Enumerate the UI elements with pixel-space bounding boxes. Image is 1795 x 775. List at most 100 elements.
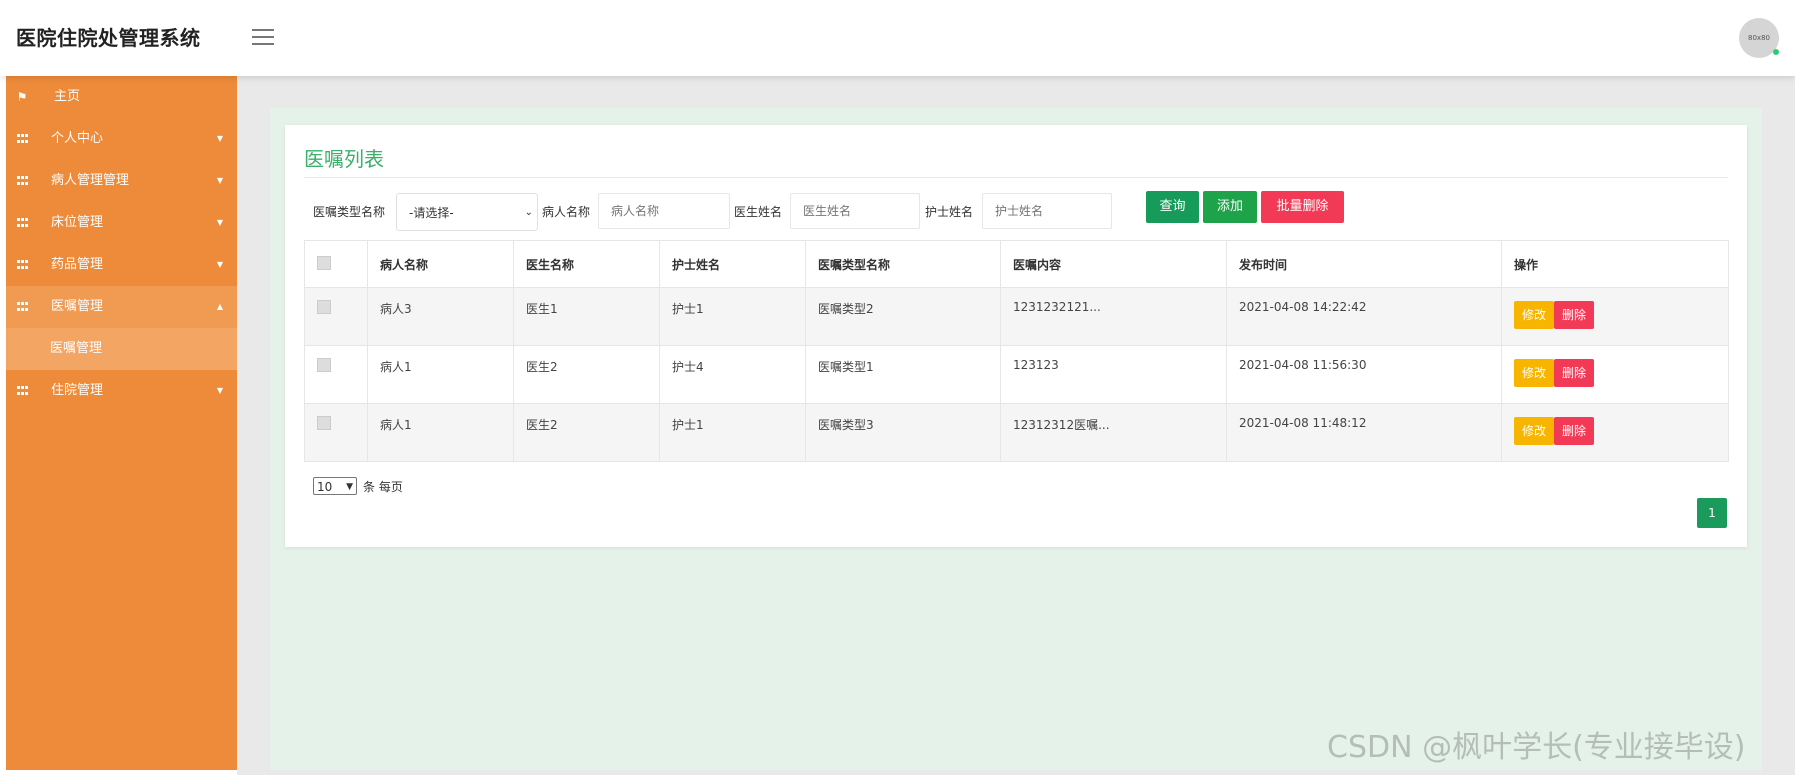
edit-button[interactable]: 修改 [1514, 359, 1555, 387]
nurse-cell: 护士4 [659, 345, 806, 404]
grid-icon [14, 370, 30, 412]
grid-icon [14, 202, 30, 244]
doctor-cell: 医生2 [513, 345, 660, 404]
sidebar-item-personal-center[interactable]: 个人中心 ▼ [6, 118, 237, 160]
actions-cell: 修改 删除 [1501, 345, 1729, 404]
page-size-select[interactable]: 10 ▼ [313, 477, 357, 495]
column-header: 发布时间 [1226, 240, 1502, 288]
page-number-button[interactable]: 1 [1697, 498, 1727, 528]
row-select-cell [304, 345, 368, 404]
delete-button[interactable]: 删除 [1554, 359, 1595, 387]
sidebar-item-label: 主页 [54, 89, 81, 104]
sidebar-item-patient-management[interactable]: 病人管理管理 ▼ [6, 160, 237, 202]
caret-up-icon: ▲ [216, 302, 223, 311]
time-cell: 2021-04-08 11:48:12 [1226, 403, 1502, 462]
row-select-cell [304, 403, 368, 462]
sidebar-item-hospitalization-management[interactable]: 住院管理 ▼ [6, 370, 237, 412]
actions-cell: 修改 删除 [1501, 287, 1729, 346]
sidebar-item-label: 药品管理 [51, 257, 104, 272]
sidebar-item-label: 病人管理管理 [51, 173, 130, 188]
column-header: 医嘱类型名称 [805, 240, 1001, 288]
chevron-down-icon: ▼ [346, 482, 353, 492]
page-size-value: 10 [317, 480, 333, 494]
order-list-panel: 医嘱列表 医嘱类型名称 -请选择- ⌄ 病人名称 医生姓名 护士姓名 查询 添加… [285, 125, 1747, 547]
chevron-down-icon: ⌄ [524, 207, 533, 218]
per-page-label: 条 每页 [363, 480, 403, 494]
sidebar-item-medicine-management[interactable]: 药品管理 ▼ [6, 244, 237, 286]
patient-cell: 病人1 [367, 345, 514, 404]
edit-button[interactable]: 修改 [1514, 301, 1555, 329]
caret-down-icon: ▼ [216, 260, 223, 269]
patient-input[interactable] [598, 193, 730, 229]
sidebar-item-orders-management[interactable]: 医嘱管理 ▲ [6, 286, 237, 328]
caret-down-icon: ▼ [216, 176, 223, 185]
table-row: 病人1 医生2 护士1 医嘱类型3 12312312医嘱... 2021-04-… [304, 403, 1729, 462]
column-header: 医生名称 [513, 240, 660, 288]
divider [304, 177, 1728, 178]
sidebar-item-label: 床位管理 [51, 215, 104, 230]
caret-down-icon: ▼ [216, 386, 223, 395]
grid-icon [14, 118, 30, 160]
doctor-cell: 医生2 [513, 403, 660, 462]
top-bar: 医院住院处管理系统 80x80 [0, 0, 1795, 76]
column-header: 护士姓名 [659, 240, 806, 288]
row-checkbox[interactable] [317, 300, 331, 314]
patient-cell: 病人3 [367, 287, 514, 346]
content-cell: 1231232121... [1000, 287, 1227, 346]
sidebar-item-bed-management[interactable]: 床位管理 ▼ [6, 202, 237, 244]
sidebar-item-label: 医嘱管理 [51, 299, 104, 314]
row-select-cell [304, 287, 368, 346]
column-header: 病人名称 [367, 240, 514, 288]
nurse-cell: 护士1 [659, 287, 806, 346]
table-header-row: 病人名称 医生名称 护士姓名 医嘱类型名称 医嘱内容 发布时间 操作 [304, 240, 1729, 288]
watermark: CSDN @枫叶学长(专业接毕设) [1327, 730, 1746, 765]
column-header: 操作 [1501, 240, 1729, 288]
nurse-input[interactable] [982, 193, 1112, 229]
delete-button[interactable]: 删除 [1554, 301, 1595, 329]
patient-cell: 病人1 [367, 403, 514, 462]
grid-icon [14, 160, 30, 202]
query-button[interactable]: 查询 [1146, 191, 1199, 223]
row-checkbox[interactable] [317, 358, 331, 372]
patient-label: 病人名称 [542, 205, 591, 219]
page-title: 医嘱列表 [304, 147, 384, 171]
menu-toggle-icon[interactable] [252, 24, 274, 48]
table-row: 病人3 医生1 护士1 医嘱类型2 1231232121... 2021-04-… [304, 287, 1729, 346]
caret-down-icon: ▼ [216, 218, 223, 227]
add-button[interactable]: 添加 [1203, 191, 1257, 223]
type-label: 医嘱类型名称 [313, 205, 386, 219]
type-select[interactable]: -请选择- ⌄ [396, 193, 538, 231]
app-title: 医院住院处管理系统 [16, 26, 201, 50]
grid-icon [14, 244, 30, 286]
doctor-cell: 医生1 [513, 287, 660, 346]
select-all-checkbox[interactable] [317, 255, 331, 270]
time-cell: 2021-04-08 11:56:30 [1226, 345, 1502, 404]
caret-down-icon: ▼ [216, 134, 223, 143]
flag-icon: ⚑ [16, 90, 28, 104]
actions-cell: 修改 删除 [1501, 403, 1729, 462]
content-cell: 123123 [1000, 345, 1227, 404]
sidebar-subitem-orders[interactable]: 医嘱管理 [6, 328, 237, 370]
batch-delete-button[interactable]: 批量删除 [1261, 191, 1344, 223]
sidebar-item-label: 住院管理 [51, 383, 104, 398]
nurse-label: 护士姓名 [925, 205, 974, 219]
edit-button[interactable]: 修改 [1514, 417, 1555, 445]
doctor-input[interactable] [790, 193, 920, 229]
select-all-cell [304, 240, 368, 288]
orders-table: 病人名称 医生名称 护士姓名 医嘱类型名称 医嘱内容 发布时间 操作 病人3 医… [304, 240, 1729, 462]
sidebar-item-label: 个人中心 [51, 131, 104, 146]
delete-button[interactable]: 删除 [1554, 417, 1595, 445]
avatar-text: 80x80 [1748, 34, 1770, 42]
content-cell: 12312312医嘱... [1000, 403, 1227, 462]
grid-icon [14, 286, 30, 328]
sidebar: ⚑ 主页 个人中心 ▼ 病人管理管理 ▼ 床位管理 ▼ 药品管理 ▼ 医嘱管理 … [6, 76, 237, 770]
avatar[interactable]: 80x80 [1739, 18, 1779, 58]
time-cell: 2021-04-08 14:22:42 [1226, 287, 1502, 346]
sidebar-item-home[interactable]: ⚑ 主页 [6, 76, 237, 118]
column-header: 医嘱内容 [1000, 240, 1227, 288]
online-status-icon [1773, 49, 1779, 55]
table-row: 病人1 医生2 护士4 医嘱类型1 123123 2021-04-08 11:5… [304, 345, 1729, 404]
nurse-cell: 护士1 [659, 403, 806, 462]
type-cell: 医嘱类型2 [805, 287, 1001, 346]
row-checkbox[interactable] [317, 416, 331, 430]
